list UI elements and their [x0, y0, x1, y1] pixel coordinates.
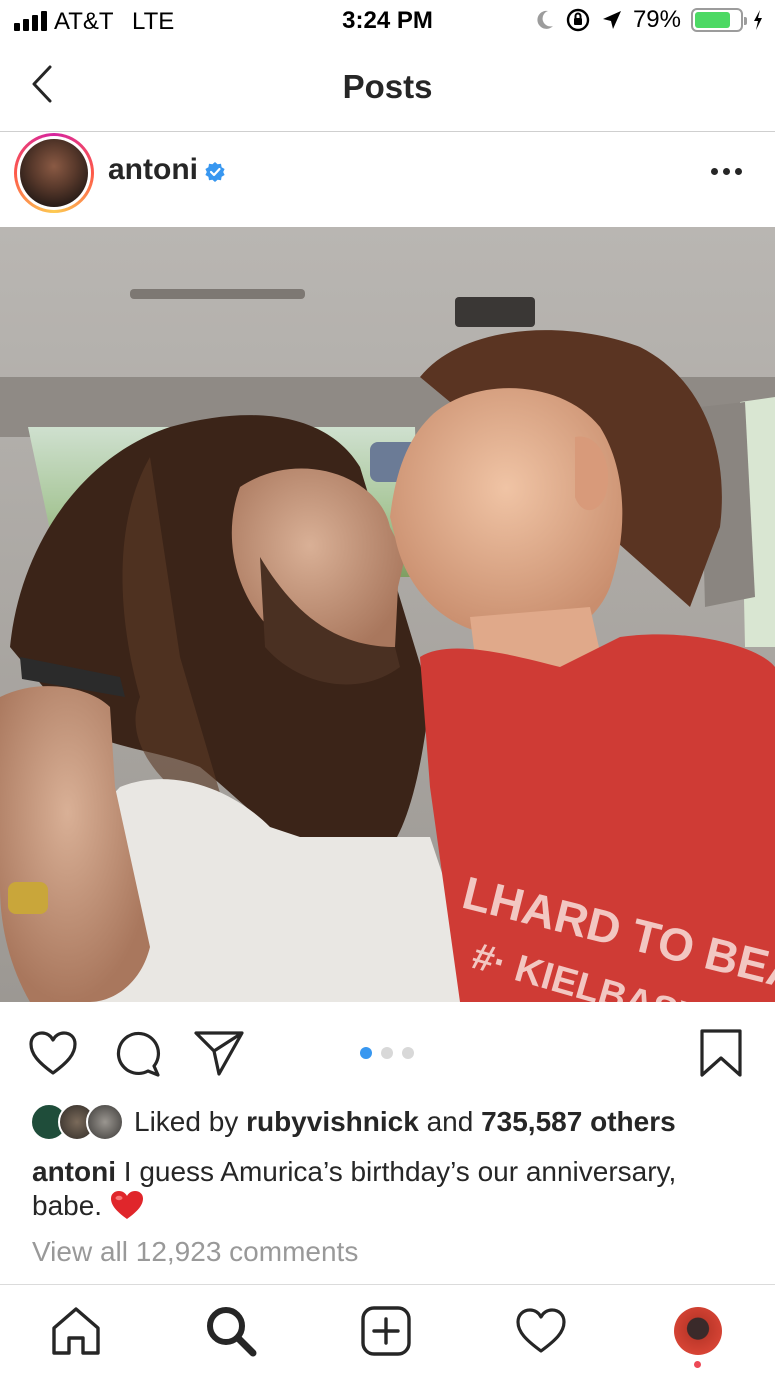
comment-button[interactable]	[110, 1026, 164, 1080]
tab-home[interactable]	[48, 1303, 104, 1359]
likes-row[interactable]: Liked by rubyvishnick and 735,587 others	[30, 1102, 676, 1142]
likes-joiner: and	[426, 1106, 474, 1137]
post-username[interactable]: antoni	[108, 153, 198, 187]
location-icon	[602, 11, 621, 29]
verified-badge-icon	[205, 162, 225, 182]
status-right: 79%	[535, 6, 763, 34]
heart-icon	[29, 1031, 77, 1075]
share-button[interactable]	[192, 1026, 246, 1080]
page-title: Posts	[342, 68, 433, 105]
liker-username[interactable]: rubyvishnick	[246, 1106, 419, 1137]
red-heart-emoji-icon	[111, 1191, 144, 1219]
tab-search[interactable]	[203, 1303, 259, 1359]
tab-bar	[0, 1284, 775, 1378]
moon-icon	[537, 10, 553, 29]
activity-heart-icon	[516, 1308, 566, 1353]
save-button[interactable]	[694, 1026, 748, 1080]
more-dot	[735, 167, 742, 175]
more-dot	[711, 167, 718, 175]
more-dot	[723, 167, 730, 175]
carousel-dot	[402, 1047, 414, 1059]
avatar-border	[17, 136, 91, 210]
post-actions	[0, 1002, 775, 1102]
liker-avatars	[30, 1103, 124, 1141]
share-icon	[194, 1031, 244, 1076]
tab-new-post[interactable]	[358, 1303, 414, 1359]
like-button[interactable]	[26, 1026, 80, 1080]
battery-fill	[695, 12, 730, 28]
story-avatar[interactable]	[14, 133, 94, 213]
bookmark-icon	[700, 1029, 742, 1077]
carousel-indicator	[360, 1047, 414, 1059]
post-caption: antoni I guess Amurica’s birthday’s our …	[32, 1155, 752, 1223]
tab-activity[interactable]	[513, 1303, 569, 1359]
view-comments-link[interactable]: View all 12,923 comments	[32, 1236, 358, 1268]
carousel-dot-active	[360, 1047, 372, 1059]
comment-icon	[116, 1031, 161, 1077]
battery-icon	[691, 8, 747, 32]
post-image: LHARD TO BEAT #· KIELBASY	[0, 227, 775, 1002]
likes-text: Liked by rubyvishnick and 735,587 others	[134, 1106, 676, 1138]
post-header: antoni	[0, 133, 775, 227]
nav-header: Posts	[0, 44, 775, 132]
post-photo[interactable]: LHARD TO BEAT #· KIELBASY	[0, 227, 775, 1002]
likes-prefix: Liked by	[134, 1106, 239, 1137]
add-post-icon	[361, 1306, 411, 1356]
orientation-lock-icon	[566, 8, 590, 32]
battery-percent: 79%	[632, 6, 681, 33]
home-icon	[52, 1307, 100, 1355]
more-options-button[interactable]	[711, 161, 747, 181]
carousel-dot	[381, 1047, 393, 1059]
charging-icon	[754, 10, 762, 30]
likes-count[interactable]: 735,587 others	[481, 1106, 676, 1137]
status-bar: AT&T LTE 3:24 PM 79%	[0, 0, 775, 44]
search-icon	[207, 1307, 257, 1357]
avatar	[20, 139, 88, 207]
caption-username[interactable]: antoni	[32, 1156, 116, 1187]
profile-avatar[interactable]	[674, 1307, 722, 1355]
liker-avatar	[86, 1103, 124, 1141]
notification-dot	[694, 1361, 701, 1368]
